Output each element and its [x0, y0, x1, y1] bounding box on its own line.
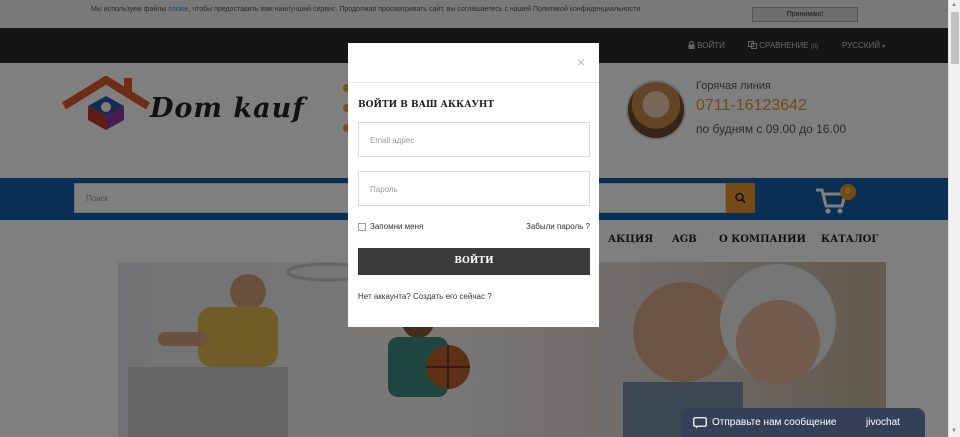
scrollbar[interactable]: ▲ ▼	[948, 0, 960, 437]
login-button[interactable]: ВОЙТИ	[358, 248, 590, 275]
scroll-up-icon[interactable]: ▲	[951, 2, 957, 8]
remember-label[interactable]: Запомни меня	[370, 222, 423, 231]
chat-brand: jivochat	[866, 417, 900, 428]
login-modal: × ВОЙТИ В ВАШ АККАУНТ Email адрес Пароль…	[348, 43, 599, 327]
forgot-password-link[interactable]: Забыли пароль ?	[526, 222, 590, 231]
modal-title: ВОЙТИ В ВАШ АККАУНТ	[358, 100, 495, 110]
chat-bubble-icon	[693, 417, 707, 429]
chat-widget[interactable]: Отправьте нам сообщение jivochat	[682, 408, 925, 437]
password-field[interactable]: Пароль	[358, 171, 590, 206]
close-icon[interactable]: ×	[577, 55, 585, 69]
divider	[348, 82, 599, 83]
email-field[interactable]: Email адрес	[358, 122, 590, 157]
remember-checkbox[interactable]	[358, 223, 366, 231]
scrollbar-thumb[interactable]	[951, 12, 959, 64]
chat-message-label: Отправьте нам сообщение	[712, 417, 837, 428]
create-account-link[interactable]: Нет аккаунта? Создать его сейчас ?	[358, 292, 492, 301]
scroll-down-icon[interactable]: ▼	[951, 428, 957, 434]
